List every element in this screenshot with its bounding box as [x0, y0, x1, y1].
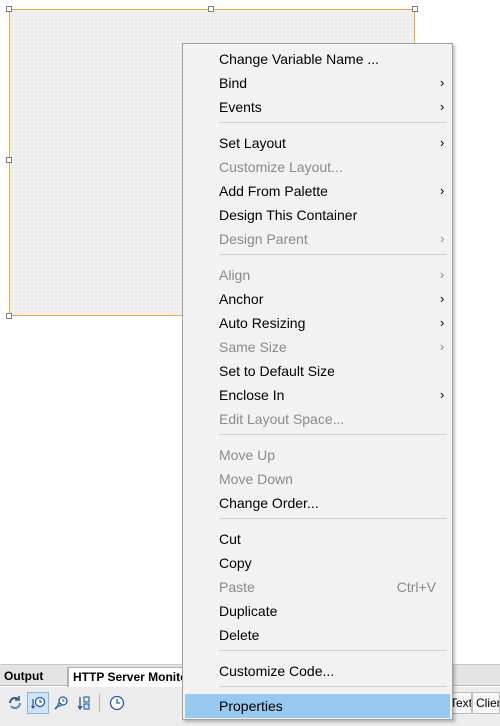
sort-descending-icon[interactable]: [73, 692, 95, 714]
menu-separator: [219, 434, 447, 435]
sort-by-time-icon[interactable]: [27, 692, 49, 714]
menu-item-label: Add From Palette: [219, 183, 328, 199]
menu-item-label: Anchor: [219, 291, 264, 307]
menu-item-label: Change Order...: [219, 495, 319, 511]
menu-item-anchor[interactable]: Anchor ›: [185, 287, 450, 311]
menu-item-label: Paste: [219, 579, 255, 595]
resize-handle-bottom-left[interactable]: [6, 313, 12, 319]
resize-handle-top-right[interactable]: [412, 6, 418, 12]
menu-item-label: Enclose In: [219, 387, 285, 403]
resize-handle-top[interactable]: [208, 6, 214, 12]
menu-item-edit-layout-space: Edit Layout Space...: [185, 407, 450, 431]
menu-separator: [219, 254, 447, 255]
menu-item-label: Customize Code...: [219, 663, 335, 679]
menu-item-align: Align ›: [185, 263, 450, 287]
submenu-arrow-icon: ›: [440, 231, 445, 246]
resize-handle-left[interactable]: [6, 157, 12, 163]
menu-item-properties[interactable]: Properties: [185, 694, 450, 718]
menu-item-label: Cut: [219, 531, 241, 547]
sort-alphabetic-icon[interactable]: [50, 692, 72, 714]
menu-separator: [219, 122, 447, 123]
menu-item-move-down: Move Down: [185, 467, 450, 491]
menu-item-customize-code[interactable]: Customize Code...: [185, 659, 450, 683]
menu-item-label: Bind: [219, 75, 248, 91]
menu-item-design-this-container[interactable]: Design This Container: [185, 203, 450, 227]
menu-item-label: Copy: [219, 555, 252, 571]
submenu-arrow-icon: ›: [440, 135, 445, 150]
submenu-arrow-icon: ›: [440, 339, 445, 354]
menu-item-label: Properties: [219, 698, 283, 714]
menu-item-duplicate[interactable]: Duplicate: [185, 599, 450, 623]
submenu-arrow-icon: ›: [440, 267, 445, 282]
reload-icon[interactable]: [4, 692, 26, 714]
menu-item-enclose-in[interactable]: Enclose In ›: [185, 383, 450, 407]
submenu-arrow-icon: ›: [440, 291, 445, 306]
menu-item-copy[interactable]: Copy: [185, 551, 450, 575]
menu-item-design-parent: Design Parent ›: [185, 227, 450, 251]
menu-separator: [219, 650, 447, 651]
menu-item-label: Design Parent: [219, 231, 308, 247]
menu-item-label: Move Up: [219, 447, 276, 463]
menu-item-auto-resizing[interactable]: Auto Resizing ›: [185, 311, 450, 335]
menu-item-change-order[interactable]: Change Order...: [185, 491, 450, 515]
submenu-arrow-icon: ›: [440, 315, 445, 330]
menu-item-set-to-default-size[interactable]: Set to Default Size: [185, 359, 450, 383]
menu-item-same-size: Same Size ›: [185, 335, 450, 359]
menu-item-events[interactable]: Events ›: [185, 95, 450, 119]
submenu-arrow-icon: ›: [440, 183, 445, 198]
menu-item-label: Align: [219, 267, 251, 283]
tab-output[interactable]: Output: [0, 667, 68, 687]
submenu-arrow-icon: ›: [440, 99, 445, 114]
menu-item-label: Events: [219, 99, 262, 115]
menu-item-move-up: Move Up: [185, 443, 450, 467]
menu-item-label: Delete: [219, 627, 260, 643]
menu-item-delete[interactable]: Delete: [185, 623, 450, 647]
timestamp-clock-icon[interactable]: [106, 692, 128, 714]
menu-separator: [219, 686, 447, 687]
menu-item-change-variable-name[interactable]: Change Variable Name ...: [185, 47, 450, 71]
menu-item-label: Edit Layout Space...: [219, 411, 345, 427]
menu-item-label: Change Variable Name ...: [219, 51, 380, 67]
menu-item-label: Set to Default Size: [219, 363, 335, 379]
tab-http-server-monitor[interactable]: HTTP Server Monitor: [68, 667, 188, 687]
menu-item-bind[interactable]: Bind ›: [185, 71, 450, 95]
menu-item-cut[interactable]: Cut: [185, 527, 450, 551]
menu-item-paste: Paste Ctrl+V: [185, 575, 450, 599]
context-menu: Change Variable Name ... Bind › Events ›…: [182, 43, 453, 720]
menu-item-label: Customize Layout...: [219, 159, 343, 175]
menu-item-label: Move Down: [219, 471, 293, 487]
menu-item-label: Design This Container: [219, 207, 358, 223]
menu-item-label: Same Size: [219, 339, 287, 355]
menu-item-label: Auto Resizing: [219, 315, 306, 331]
menu-item-customize-layout: Customize Layout...: [185, 155, 450, 179]
resize-handle-top-left[interactable]: [6, 6, 12, 12]
menu-item-shortcut: Ctrl+V: [396, 579, 436, 595]
menu-item-label: Duplicate: [219, 603, 278, 619]
menu-separator: [219, 518, 447, 519]
submenu-arrow-icon: ›: [440, 387, 445, 402]
menu-item-set-layout[interactable]: Set Layout ›: [185, 131, 450, 155]
menu-item-label: Set Layout: [219, 135, 286, 151]
column-header-client[interactable]: Client: [472, 692, 500, 714]
menu-item-add-from-palette[interactable]: Add From Palette ›: [185, 179, 450, 203]
toolbar-separator: [99, 694, 100, 712]
submenu-arrow-icon: ›: [440, 75, 445, 90]
